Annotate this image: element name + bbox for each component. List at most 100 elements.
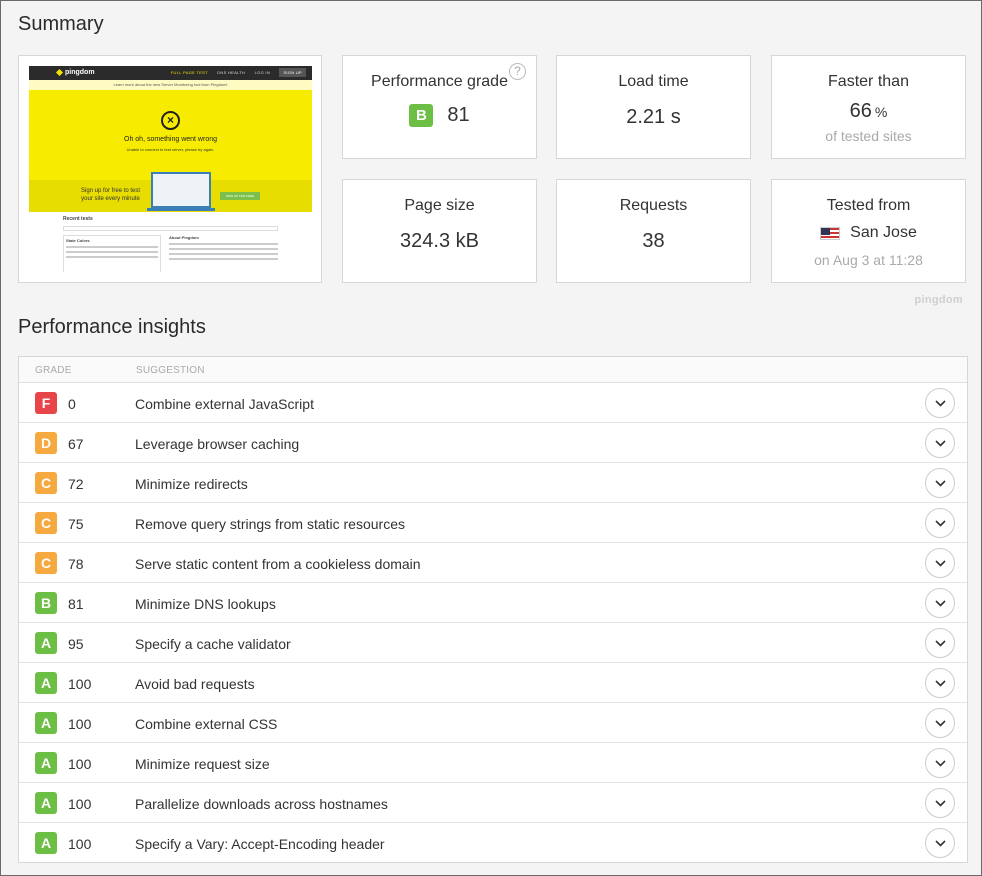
faster-than-sub: of tested sites (825, 128, 912, 144)
suggestion-column-header[interactable]: SUGGESTION (136, 365, 205, 376)
expand-chevron-button[interactable] (925, 828, 955, 858)
thumb-logo: pingdom (65, 69, 95, 76)
performance-grade-value: B 81 (343, 104, 536, 127)
expand-chevron-button[interactable] (925, 468, 955, 498)
insight-score: 100 (68, 756, 92, 772)
report-frame: Summary pingdom FULL PAGE TEST DNS HEALT… (0, 0, 982, 876)
load-time-card: Load time 2.21 s (556, 55, 751, 159)
insight-score: 100 (68, 836, 92, 852)
insight-score: 100 (68, 716, 92, 732)
grade-badge: D (35, 432, 57, 454)
page-size-card: Page size 324.3 kB (342, 179, 537, 283)
site-screenshot-thumbnail[interactable]: pingdom FULL PAGE TEST DNS HEALTH LOG IN… (18, 55, 322, 283)
insight-suggestion: Specify a cache validator (135, 636, 291, 652)
insight-score: 0 (68, 396, 76, 412)
insight-row[interactable]: A 100 Parallelize downloads across hostnam… (19, 783, 967, 823)
grade-score: 81 (447, 104, 470, 126)
insight-row[interactable]: C 72 Minimize redirects (19, 463, 967, 503)
insight-suggestion: Avoid bad requests (135, 676, 255, 692)
expand-chevron-button[interactable] (925, 428, 955, 458)
pingdom-brand-logo: pingdom (914, 294, 963, 306)
thumb-text-line (169, 248, 278, 250)
expand-chevron-button[interactable] (925, 548, 955, 578)
insight-suggestion: Minimize DNS lookups (135, 596, 276, 612)
tested-from-city: San Jose (850, 224, 917, 241)
thumb-state-colors: State Colors (66, 238, 90, 243)
thumb-col-right: About Pingdom (169, 235, 278, 272)
expand-chevron-button[interactable] (925, 668, 955, 698)
insight-score: 72 (68, 476, 84, 492)
expand-chevron-button[interactable] (925, 588, 955, 618)
expand-chevron-button[interactable] (925, 508, 955, 538)
expand-chevron-button[interactable] (925, 388, 955, 418)
tested-from-date: on Aug 3 at 11:28 (814, 252, 923, 268)
expand-chevron-button[interactable] (925, 708, 955, 738)
insight-row[interactable]: A 100 Specify a Vary: Accept-Encoding head… (19, 823, 967, 863)
chevron-down-icon (935, 840, 946, 847)
thumb-signup-line: Sign up for free to test (81, 188, 141, 194)
insight-row[interactable]: B 81 Minimize DNS lookups (19, 583, 967, 623)
insight-row[interactable]: A 95 Specify a cache validator (19, 623, 967, 663)
thumb-signup-button: SIGN UP FOR FREE (220, 192, 260, 200)
summary-title: Summary (18, 13, 104, 35)
chevron-down-icon (935, 720, 946, 727)
insight-suggestion: Serve static content from a cookieless d… (135, 556, 421, 572)
insight-row[interactable]: F 0 Combine external JavaScript (19, 383, 967, 423)
insight-row[interactable]: C 75 Remove query strings from static reso… (19, 503, 967, 543)
thumb-text-line (66, 246, 158, 248)
grade-badge: C (35, 512, 57, 534)
grade-badge: F (35, 392, 57, 414)
insight-row[interactable]: A 100 Minimize request size (19, 743, 967, 783)
thumb-body: Recent tests State Colors About Pingdom (29, 212, 312, 272)
thumb-nav-item: SIGN UP (279, 68, 306, 77)
grade-badge: C (35, 552, 57, 574)
thumb-nav: pingdom FULL PAGE TEST DNS HEALTH LOG IN… (29, 66, 312, 80)
insight-score: 81 (68, 596, 84, 612)
thumb-input-bar (63, 226, 278, 231)
grade-badge: C (35, 472, 57, 494)
page-size-label: Page size (404, 197, 475, 214)
faster-than-value: 66% (772, 100, 965, 123)
chevron-down-icon (935, 760, 946, 767)
grade-column-header[interactable]: GRADE (35, 365, 72, 376)
grade-badge: B (35, 592, 57, 614)
tested-from-label: Tested from (826, 197, 911, 214)
insight-suggestion: Combine external CSS (135, 716, 278, 732)
insight-score: 75 (68, 516, 84, 532)
grade-badge: A (35, 672, 57, 694)
insight-score: 100 (68, 796, 92, 812)
insights-table-header: GRADE SUGGESTION (19, 357, 967, 383)
thumb-signup-line: your site every minute (81, 196, 140, 202)
thumb-error-area: × Oh oh, something went wrong Unable to … (29, 90, 312, 180)
insights-table: GRADE SUGGESTION F 0 Combine external Java… (18, 356, 968, 863)
faster-than-label: Faster than (828, 73, 909, 90)
thumb-nav-item: DNS HEALTH (217, 70, 246, 75)
insight-score: 100 (68, 676, 92, 692)
requests-label: Requests (619, 197, 688, 214)
expand-chevron-button[interactable] (925, 748, 955, 778)
chevron-down-icon (935, 560, 946, 567)
insight-row[interactable]: C 78 Serve static content from a cookieles… (19, 543, 967, 583)
load-time-label: Load time (618, 73, 689, 90)
insight-row[interactable]: D 67 Leverage browser caching (19, 423, 967, 463)
thumb-text-line (169, 258, 278, 260)
expand-chevron-button[interactable] (925, 628, 955, 658)
expand-chevron-button[interactable] (925, 788, 955, 818)
insight-score: 78 (68, 556, 84, 572)
thumb-text-line (169, 243, 278, 245)
thumb-text-line (66, 251, 158, 253)
tested-from-location: San Jose (772, 224, 965, 242)
grade-badge: A (35, 712, 57, 734)
thumb-nav-item: FULL PAGE TEST (170, 70, 208, 75)
load-time-value: 2.21 s (626, 106, 681, 128)
faster-than-card: Faster than 66% of tested sites (771, 55, 966, 159)
laptop-illustration-icon (147, 172, 215, 211)
chevron-down-icon (935, 440, 946, 447)
thumb-error-title: Oh oh, something went wrong (124, 136, 217, 143)
thumb-text-line (169, 253, 278, 255)
insight-row[interactable]: A 100 Avoid bad requests (19, 663, 967, 703)
thumb-signup-area: Sign up for free to test your site every… (29, 172, 312, 212)
insight-row[interactable]: A 100 Combine external CSS (19, 703, 967, 743)
insight-score: 67 (68, 436, 84, 452)
us-flag-icon (820, 226, 841, 240)
